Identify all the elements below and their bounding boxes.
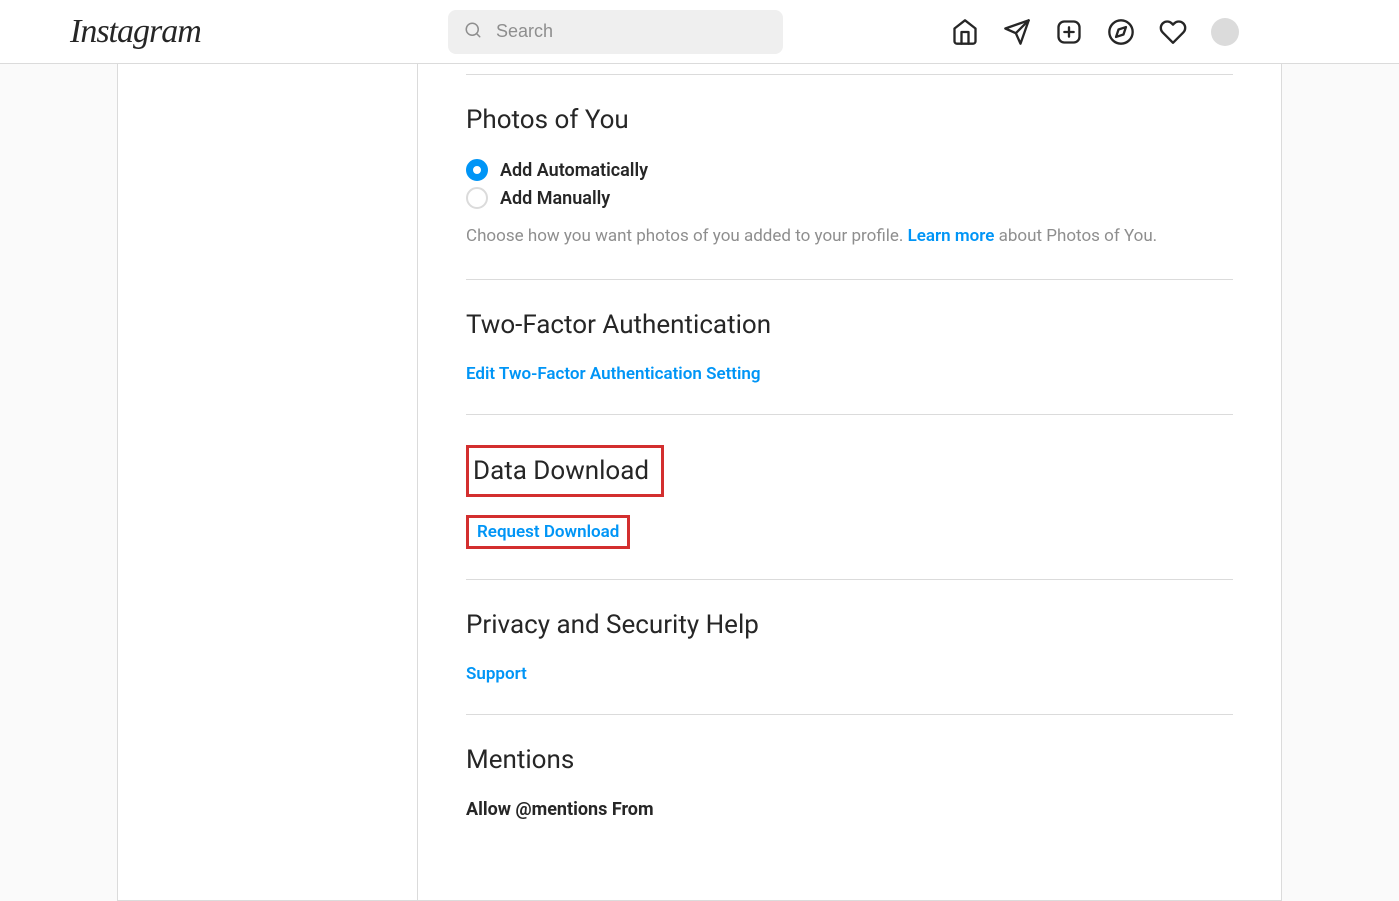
settings-sidebar [118, 64, 418, 900]
search-wrapper [448, 10, 783, 54]
home-icon[interactable] [951, 18, 979, 46]
main-container: Photos of You Add Automatically Add Manu… [0, 0, 1399, 901]
settings-panel: Photos of You Add Automatically Add Manu… [117, 64, 1282, 901]
request-download-link[interactable]: Request Download [477, 522, 619, 542]
mentions-subheading: Allow @mentions From [466, 799, 1233, 820]
radio-label: Add Automatically [500, 160, 648, 181]
mentions-title: Mentions [466, 745, 1233, 775]
top-nav: Instagram [0, 0, 1399, 64]
divider-top [466, 64, 1233, 75]
messages-icon[interactable] [1003, 18, 1031, 46]
photos-title: Photos of You [466, 105, 1233, 135]
nav-center [446, 10, 786, 54]
radio-selected-icon [466, 159, 488, 181]
help-text-post: about Photos of You. [994, 226, 1157, 246]
data-download-title: Data Download [473, 456, 649, 486]
search-icon [464, 21, 482, 43]
photos-radio-group: Add Automatically Add Manually [466, 159, 1233, 209]
edit-two-factor-link[interactable]: Edit Two-Factor Authentication Setting [466, 364, 761, 384]
privacy-help-title: Privacy and Security Help [466, 610, 1233, 640]
section-data-download: Data Download Request Download [466, 415, 1233, 580]
section-privacy-help: Privacy and Security Help Support [466, 580, 1233, 715]
radio-add-manually[interactable]: Add Manually [466, 187, 1233, 209]
brand-logo[interactable]: Instagram [70, 13, 280, 51]
radio-unselected-icon [466, 187, 488, 209]
radio-add-automatically[interactable]: Add Automatically [466, 159, 1233, 181]
highlight-data-download-title: Data Download [466, 445, 664, 497]
explore-icon[interactable] [1107, 18, 1135, 46]
section-photos-of-you: Photos of You Add Automatically Add Manu… [466, 75, 1233, 280]
settings-content: Photos of You Add Automatically Add Manu… [418, 64, 1281, 900]
highlight-request-download: Request Download [466, 515, 630, 549]
section-two-factor: Two-Factor Authentication Edit Two-Facto… [466, 280, 1233, 415]
new-post-icon[interactable] [1055, 18, 1083, 46]
activity-icon[interactable] [1159, 18, 1187, 46]
search-input[interactable] [448, 10, 783, 54]
nav-right [951, 18, 1379, 46]
help-text-pre: Choose how you want photos of you added … [466, 226, 908, 246]
radio-label: Add Manually [500, 188, 610, 209]
twofa-title: Two-Factor Authentication [466, 310, 1233, 340]
nav-left: Instagram [20, 13, 280, 51]
photos-help-text: Choose how you want photos of you added … [466, 225, 1233, 249]
learn-more-link[interactable]: Learn more [908, 226, 995, 246]
support-link[interactable]: Support [466, 664, 527, 684]
section-mentions: Mentions Allow @mentions From [466, 715, 1233, 860]
avatar[interactable] [1211, 18, 1239, 46]
